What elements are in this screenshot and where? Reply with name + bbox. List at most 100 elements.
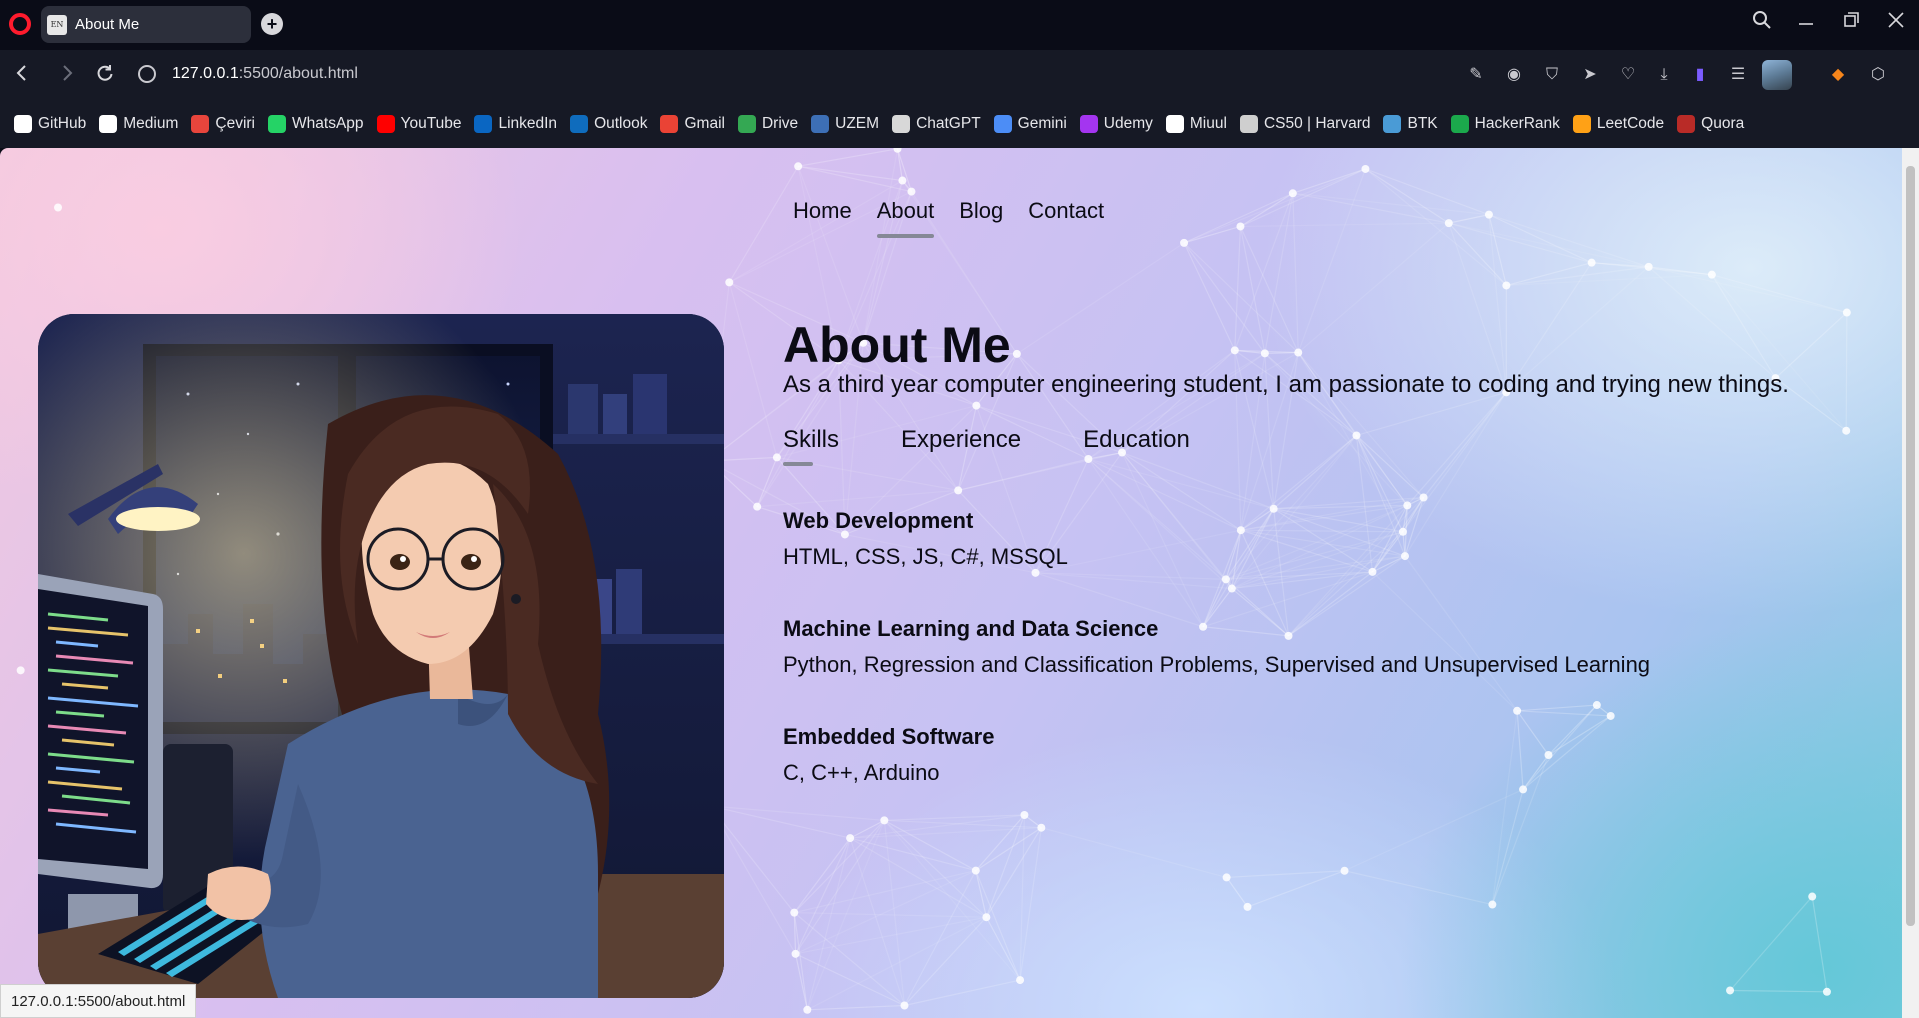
restore-icon[interactable] [1838,10,1866,36]
reload-icon[interactable] [93,63,117,87]
miuul-icon [1165,115,1184,133]
bookmark-chatgpt[interactable]: ChatGPT [892,115,981,133]
plexus-line [975,814,1025,871]
plexus-line [793,819,885,914]
plexus-line [1087,458,1204,628]
plexus-node [725,278,734,287]
plexus-line [985,827,1042,918]
udemy-icon [1079,115,1098,133]
forward-icon[interactable] [55,63,79,87]
metamask-icon[interactable]: ◆ [1828,65,1848,85]
plexus-node [16,666,25,675]
edit-page-icon[interactable]: ✎ [1466,65,1486,85]
bookmark-quora[interactable]: Quora [1677,115,1744,133]
plexus-node [1587,258,1596,267]
plexus-node [1808,892,1817,901]
snapshot-icon[interactable]: ◉ [1504,65,1524,85]
plexus-line [1711,274,1847,432]
plexus-line [1506,274,1712,287]
bookmark-gmail[interactable]: Gmail [660,115,725,133]
bookmark-linkedin[interactable]: LinkedIn [474,115,557,133]
plexus-line [1516,710,1549,756]
nav-about[interactable]: About [876,198,934,238]
plexus-line [1183,225,1241,244]
bookmark-medium[interactable]: Medium [99,115,178,133]
plexus-line [1845,312,1848,431]
plexus-line [710,805,885,821]
bookmark-cs50-harvard[interactable]: CS50 | Harvard [1239,115,1371,133]
bookmark-leetcode[interactable]: LeetCode [1572,115,1664,133]
minimize-icon[interactable] [1792,10,1820,36]
bookmark--eviri[interactable]: Çeviri [191,115,255,133]
plexus-line [1344,788,1524,872]
plexus-node [54,203,63,212]
tab-skills[interactable]: Skills [783,426,839,466]
bookmark-label: Çeviri [215,115,256,132]
plexus-node [954,486,963,495]
plexus-line [1448,214,1490,224]
battery-saver-icon[interactable]: ▮ [1690,65,1710,85]
plexus-line [1226,870,1345,879]
tab-favicon-icon: EN [47,14,67,35]
tab-about-me[interactable]: EN About Me [41,6,251,43]
back-icon[interactable] [10,63,34,87]
bookmark-miuul[interactable]: Miuul [1165,115,1227,133]
scrollbar-thumb[interactable] [1906,166,1915,926]
plexus-node [1644,262,1653,271]
plexus-node [1513,706,1522,715]
new-tab-icon[interactable]: + [261,13,283,35]
tab-education[interactable]: Education [1083,426,1190,454]
drive-icon [737,115,756,133]
heart-icon[interactable]: ♡ [1618,65,1638,85]
url-field[interactable]: 127.0.0.1:5500/about.html [172,65,358,83]
plexus-node [982,913,991,922]
bookmark-label: CS50 | Harvard [1263,115,1371,132]
intro-text: As a third year computer engineering stu… [783,371,1789,398]
bookmark-udemy[interactable]: Udemy [1079,115,1153,133]
bookmark-youtube[interactable]: YouTube [376,115,461,133]
nav-blog[interactable]: Blog [959,198,1003,230]
plexus-node [1020,810,1029,819]
plexus-node [772,453,781,462]
opera-menu-icon[interactable] [9,13,31,35]
close-window-icon[interactable] [1882,10,1910,36]
bookmark-btk[interactable]: BTK [1383,115,1438,133]
bookmark-outlook[interactable]: Outlook [570,115,647,133]
profile-avatar[interactable] [1762,60,1792,90]
page-scrollbar[interactable] [1902,148,1919,1018]
nav-home[interactable]: Home [793,198,852,230]
plexus-node [971,866,980,875]
plexus-node [846,834,855,843]
plexus-node [1726,986,1735,995]
plexus-line [1402,391,1507,533]
bookmarks-bar: GitHub Medium Çeviri WhatsApp YouTube LinkedI… [0,100,1919,148]
quora-icon [1677,115,1696,133]
send-icon[interactable]: ➤ [1580,65,1600,85]
extensions-cube-icon[interactable]: ⬡ [1868,65,1888,85]
bookmark-uzem[interactable]: UZEM [811,115,879,133]
plexus-node [1221,575,1230,584]
bookmark-github[interactable]: GitHub [14,115,86,133]
plexus-node [1352,431,1361,440]
bookmark-whatsapp[interactable]: WhatsApp [268,115,364,133]
bookmark-label: UZEM [835,115,880,132]
plexus-line [985,916,1021,981]
plexus-line [975,827,1042,872]
plexus-line [883,819,1021,981]
search-tabs-icon[interactable] [1748,10,1776,36]
bookmark-hackerrank[interactable]: HackerRank [1450,115,1560,133]
plexus-node [803,1005,812,1014]
download-icon[interactable]: ⤓ [1654,65,1674,85]
site-info-icon[interactable] [138,65,156,83]
bookmark-gemini[interactable]: Gemini [993,115,1067,133]
nav-contact[interactable]: Contact [1028,198,1104,230]
tab-experience[interactable]: Experience [901,426,1021,454]
easy-setup-icon[interactable]: ☰ [1728,65,1748,85]
vpn-shield-icon[interactable]: ⛉ [1542,65,1562,85]
plexus-line [1522,715,1612,790]
plexus-line [1491,754,1550,905]
plexus-node [900,1001,909,1010]
bookmark-drive[interactable]: Drive [737,115,798,133]
plexus-line [1225,555,1406,580]
plexus-node [791,949,800,958]
